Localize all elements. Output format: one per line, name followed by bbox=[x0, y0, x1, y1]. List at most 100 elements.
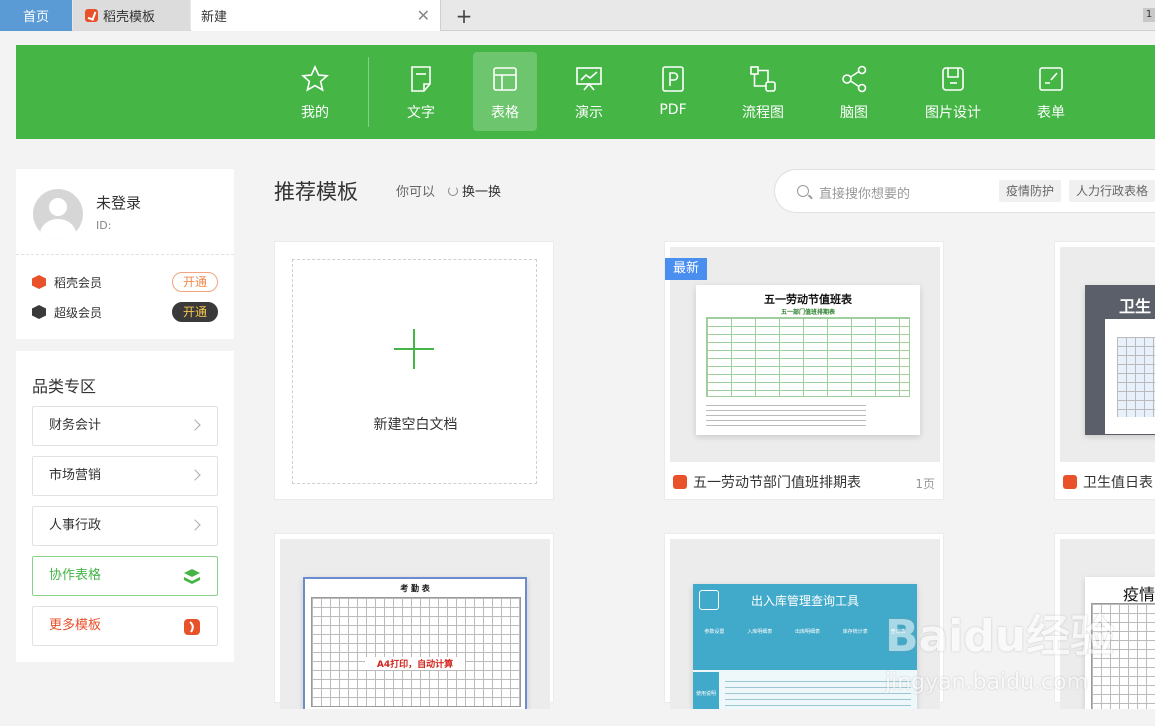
category-item-label: 更多模板 bbox=[49, 618, 102, 633]
sheet-title: 出入库管理查询工具 bbox=[750, 594, 859, 608]
category-label: 文字 bbox=[407, 105, 435, 121]
star-icon bbox=[301, 65, 329, 92]
flowchart-icon bbox=[750, 66, 776, 92]
tab-home[interactable]: 首页 bbox=[0, 0, 72, 31]
blank-doc-label: 新建空白文档 bbox=[373, 417, 458, 433]
search-chip[interactable]: 人力行政表格 bbox=[1069, 180, 1155, 202]
category-label: PDF bbox=[659, 102, 687, 118]
category-item-marketing[interactable]: 市场营销 bbox=[32, 456, 218, 496]
member-label: 超级会员 bbox=[54, 305, 103, 320]
daoke-open-button[interactable]: 开通 bbox=[172, 272, 218, 292]
category-item-label: 市场营销 bbox=[49, 468, 102, 483]
tab-new[interactable]: 新建 ✕ bbox=[191, 0, 441, 31]
document-icon bbox=[411, 66, 431, 92]
new-blank-doc-card[interactable]: 新建空白文档 bbox=[274, 241, 554, 500]
user-name[interactable]: 未登录 bbox=[96, 192, 141, 213]
category-label: 我的 bbox=[301, 105, 329, 121]
recommend-title: 推荐模板 bbox=[274, 180, 358, 204]
template-title: 五一劳动节部门值班排期表 bbox=[693, 475, 861, 491]
category-item-label: 财务会计 bbox=[49, 418, 102, 433]
user-panel: 未登录 ID: 稻壳会员 开通 超级会员 开通 bbox=[16, 169, 234, 339]
sheet-preview: 五一劳动节值班表 五一部门值班排期表 bbox=[696, 285, 920, 435]
sheet-subtitle: 五一部门值班排期表 bbox=[780, 309, 835, 316]
sheet-note: A4打印，自动计算 bbox=[365, 657, 465, 670]
layers-icon bbox=[184, 569, 200, 584]
sheet-side-label: 使用说明 bbox=[693, 672, 719, 709]
category-label: 演示 bbox=[575, 105, 603, 121]
super-member-icon bbox=[32, 305, 46, 319]
category-text[interactable]: 文字 bbox=[389, 52, 453, 131]
tab-bar: 首页 稻壳模板 新建 ✕ + 1 bbox=[0, 0, 1155, 31]
category-item-finance[interactable]: 财务会计 bbox=[32, 406, 218, 446]
search-icon bbox=[797, 185, 809, 197]
add-tab-icon[interactable]: + bbox=[452, 0, 476, 31]
tab-home-label: 首页 bbox=[22, 10, 49, 25]
category-form[interactable]: 表单 bbox=[1019, 52, 1083, 131]
chevron-right-icon bbox=[189, 419, 201, 431]
super-open-button[interactable]: 开通 bbox=[172, 302, 218, 322]
category-item-collab[interactable]: 协作表格 bbox=[32, 556, 218, 596]
category-item-label: 协作表格 bbox=[49, 568, 102, 583]
template-thumbnail: 卫生 bbox=[1060, 247, 1155, 462]
sheet-grid bbox=[311, 597, 521, 707]
tab-count-badge[interactable]: 1 bbox=[1143, 8, 1155, 22]
template-card[interactable]: 五一劳动节值班表 五一部门值班排期表 最新 五一劳动节部门值班排期表 1页 bbox=[664, 241, 944, 500]
form-icon bbox=[1039, 67, 1063, 91]
category-label: 图片设计 bbox=[925, 105, 981, 121]
daoke-logo-icon bbox=[184, 619, 200, 635]
member-label: 稻壳会员 bbox=[54, 275, 103, 290]
close-icon[interactable]: ✕ bbox=[417, 6, 430, 25]
template-pages: 1页 bbox=[915, 477, 935, 491]
sheet-title: 卫生 bbox=[1119, 297, 1152, 316]
category-pdf[interactable]: PDF bbox=[641, 52, 705, 131]
category-item-more[interactable]: 更多模板 bbox=[32, 606, 218, 646]
avatar[interactable] bbox=[33, 189, 83, 239]
search-input[interactable]: 直接搜你想要的 疫情防护 人力行政表格 bbox=[774, 169, 1155, 213]
category-mine[interactable]: 我的 bbox=[283, 52, 347, 131]
template-title: 卫生值日表 bbox=[1083, 475, 1153, 491]
daoke-member-icon bbox=[32, 275, 46, 289]
category-spreadsheet[interactable]: 表格 bbox=[473, 52, 537, 131]
sheet-icon-row: 参数设置 入库明细表 出库明细表 库存统计表 查询表 bbox=[693, 628, 917, 635]
member-super: 超级会员 bbox=[32, 302, 102, 322]
category-label: 脑图 bbox=[840, 105, 868, 121]
sheet-notes bbox=[725, 676, 911, 709]
watermark-brand: Baidu经验 bbox=[885, 611, 1115, 662]
category-divider bbox=[368, 57, 369, 127]
cart-icon bbox=[699, 590, 719, 610]
mindmap-icon bbox=[842, 65, 867, 93]
new-badge: 最新 bbox=[665, 258, 708, 280]
refresh-label: 换一换 bbox=[462, 185, 502, 200]
category-item-hr[interactable]: 人事行政 bbox=[32, 506, 218, 546]
category-mindmap[interactable]: 脑图 bbox=[822, 52, 886, 131]
plus-icon bbox=[394, 329, 434, 369]
sheet-body bbox=[1105, 319, 1155, 434]
tab-daoke[interactable]: 稻壳模板 bbox=[73, 0, 190, 31]
template-thumbnail: 考 勤 表 A4打印，自动计算 bbox=[280, 539, 550, 709]
divider bbox=[16, 254, 234, 255]
category-flowchart[interactable]: 流程图 bbox=[731, 52, 795, 131]
user-id: ID: bbox=[96, 219, 112, 232]
sheet-grid bbox=[1117, 337, 1155, 417]
chevron-right-icon bbox=[189, 469, 201, 481]
daoke-logo-icon bbox=[85, 9, 98, 22]
category-zone: 品类专区 财务会计 市场营销 人事行政 协作表格 更多模板 bbox=[16, 351, 234, 662]
icon-label: 参数设置 bbox=[704, 629, 725, 635]
image-design-icon bbox=[942, 67, 964, 91]
search-placeholder: 直接搜你想要的 bbox=[819, 187, 911, 202]
refresh-icon bbox=[448, 185, 458, 196]
category-label: 表单 bbox=[1037, 105, 1065, 121]
baidu-watermark: Baidu经验 jingyan.baidu.com bbox=[885, 600, 1155, 710]
category-image-design[interactable]: 图片设计 bbox=[918, 52, 988, 131]
category-presentation[interactable]: 演示 bbox=[557, 52, 621, 131]
category-item-label: 人事行政 bbox=[49, 518, 102, 533]
refresh-button[interactable]: 换一换 bbox=[448, 181, 501, 200]
template-thumbnail: 五一劳动节值班表 五一部门值班排期表 bbox=[670, 247, 940, 462]
template-card[interactable]: 卫生 卫生值日表 bbox=[1054, 241, 1155, 500]
template-footer: 卫生值日表 bbox=[1055, 465, 1155, 499]
category-bar: 我的 文字 表格 演示 PDF 流程图 脑图 图片设计 表单 bbox=[16, 45, 1155, 139]
category-zone-title: 品类专区 bbox=[32, 377, 97, 396]
template-card[interactable]: 考 勤 表 A4打印，自动计算 bbox=[274, 533, 554, 709]
search-chip[interactable]: 疫情防护 bbox=[999, 180, 1062, 202]
icon-label: 入库明细表 bbox=[747, 629, 773, 635]
